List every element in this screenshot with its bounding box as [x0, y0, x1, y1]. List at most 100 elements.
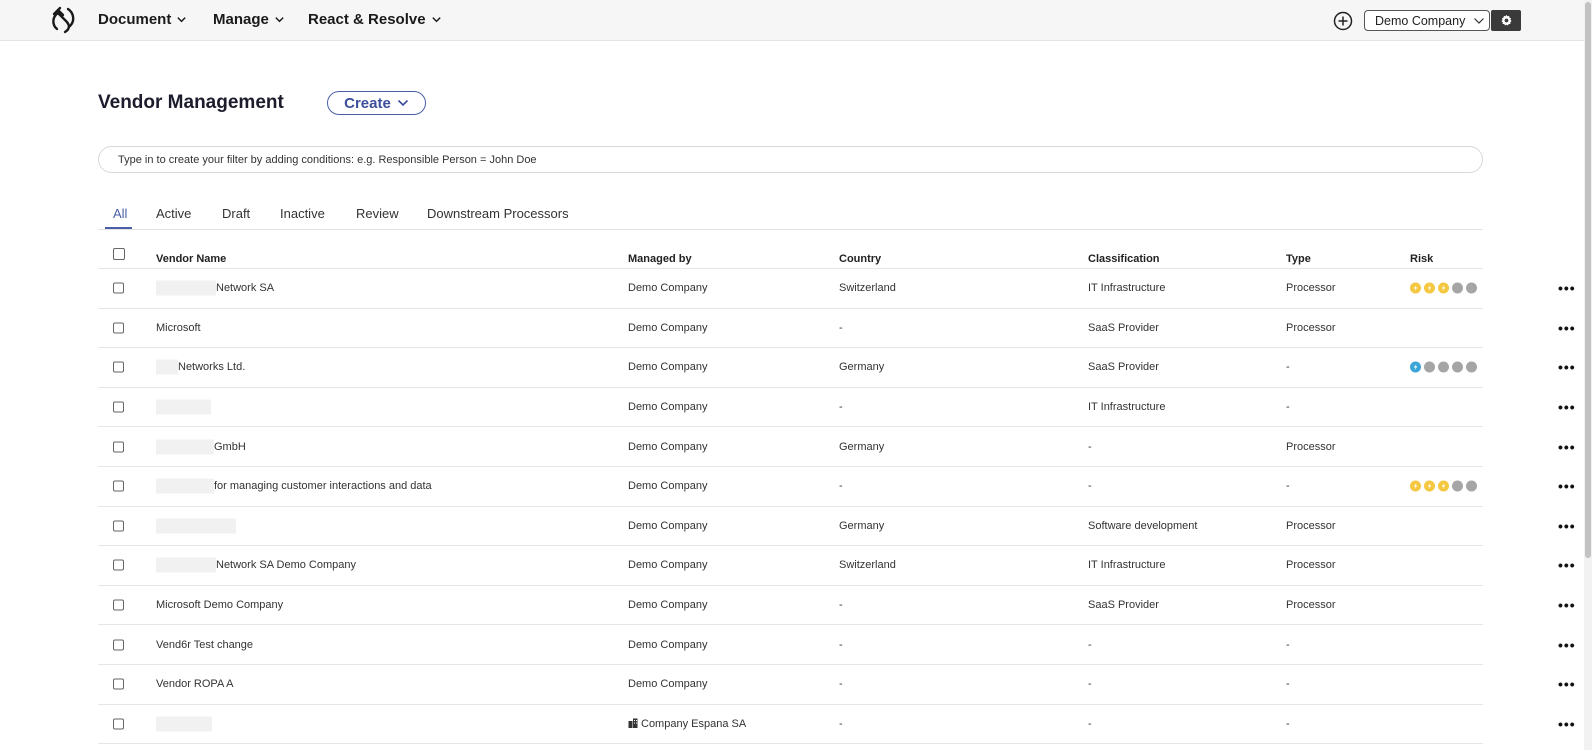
- country-cell: -: [839, 599, 843, 612]
- company-selector[interactable]: Demo Company: [1364, 10, 1490, 31]
- risk-dot-filled-icon: [1410, 282, 1421, 294]
- redacted-text: [156, 518, 236, 534]
- row-checkbox[interactable]: [113, 520, 124, 532]
- vendor-name-text: Vendor ROPA A: [156, 678, 234, 691]
- header-managed-by[interactable]: Managed by: [628, 253, 692, 265]
- row-more-actions-icon[interactable]: •••: [1558, 716, 1576, 732]
- row-checkbox[interactable]: [113, 322, 124, 334]
- vendor-name-cell[interactable]: for managing customer interactions and d…: [156, 478, 432, 494]
- row-more-actions-icon[interactable]: •••: [1558, 676, 1576, 692]
- tab-downstream-processors[interactable]: Downstream Processors: [427, 206, 569, 221]
- managed-by-text: Demo Company: [628, 480, 708, 493]
- add-circle-icon[interactable]: [1333, 11, 1353, 31]
- country-cell: Switzerland: [839, 282, 896, 295]
- table-row[interactable]: Company Espana SA - - - •••: [98, 705, 1575, 745]
- nav-manage[interactable]: Manage: [213, 11, 285, 28]
- select-all-checkbox[interactable]: [113, 248, 125, 260]
- tab-all[interactable]: All: [113, 206, 127, 221]
- row-checkbox[interactable]: [113, 282, 124, 294]
- chevron-down-icon: [177, 17, 187, 23]
- row-more-actions-icon[interactable]: •••: [1558, 557, 1576, 573]
- row-more-actions-icon[interactable]: •••: [1558, 518, 1576, 534]
- table-row[interactable]: Network SA Demo Company Demo Company Switz…: [98, 546, 1575, 586]
- vendor-name-cell[interactable]: [156, 399, 211, 415]
- tab-draft[interactable]: Draft: [222, 206, 250, 221]
- row-more-actions-icon[interactable]: •••: [1558, 280, 1576, 296]
- row-more-actions-icon[interactable]: •••: [1558, 359, 1576, 375]
- nav-react-resolve[interactable]: React & Resolve: [308, 11, 442, 28]
- create-button[interactable]: Create: [327, 91, 426, 115]
- risk-dot-empty-icon: [1466, 282, 1477, 294]
- table-row[interactable]: Microsoft Demo Company - SaaS Provider Proce…: [98, 309, 1575, 349]
- table-row[interactable]: Networks Ltd. Demo Company Germany SaaS Pro…: [98, 348, 1575, 388]
- vendor-name-cell[interactable]: Network SA Demo Company: [156, 557, 356, 573]
- vendor-name-cell[interactable]: Microsoft Demo Company: [156, 599, 283, 611]
- table-row[interactable]: Network SA Demo Company Switzerland IT Infr…: [98, 269, 1575, 309]
- row-more-actions-icon[interactable]: •••: [1558, 637, 1576, 653]
- vendor-name-text: for managing customer interactions and d…: [214, 480, 432, 493]
- row-checkbox[interactable]: [113, 599, 124, 611]
- row-checkbox[interactable]: [113, 718, 124, 730]
- row-more-actions-icon[interactable]: •••: [1558, 597, 1576, 613]
- risk-dot-filled-icon: [1438, 282, 1449, 294]
- row-checkbox[interactable]: [113, 480, 124, 492]
- table-row[interactable]: for managing customer interactions and d…: [98, 467, 1575, 507]
- status-tabs: All Active Draft Inactive Review Downstr…: [98, 204, 1483, 230]
- managed-by-text: Demo Company: [628, 559, 708, 572]
- create-button-label: Create: [344, 94, 391, 112]
- app-logo-icon[interactable]: [48, 5, 78, 35]
- header-country[interactable]: Country: [839, 253, 881, 265]
- nav-document[interactable]: Document: [98, 11, 187, 28]
- scrollbar-thumb[interactable]: [1585, 2, 1591, 558]
- vendor-name-cell[interactable]: [156, 518, 236, 534]
- table-row[interactable]: GmbH Demo Company Germany - Processor •••: [98, 427, 1575, 467]
- settings-button[interactable]: [1491, 10, 1521, 31]
- table-row[interactable]: Microsoft Demo Company Demo Company - SaaS …: [98, 586, 1575, 626]
- redacted-text: [156, 359, 178, 375]
- vendor-name-cell[interactable]: [156, 716, 212, 732]
- table-row[interactable]: Demo Company - IT Infrastructure - •••: [98, 388, 1575, 428]
- tab-review[interactable]: Review: [356, 206, 399, 221]
- vendor-name-cell[interactable]: Microsoft: [156, 322, 201, 334]
- vendor-name-text: Microsoft Demo Company: [156, 599, 284, 612]
- table-row[interactable]: Vendor ROPA A Demo Company - - - •••: [98, 665, 1575, 705]
- managed-by-text: Demo Company: [628, 638, 708, 651]
- table-row[interactable]: Vend6r Test change Demo Company - - - •••: [98, 625, 1575, 665]
- vendor-name-cell[interactable]: Vendor ROPA A: [156, 678, 233, 690]
- vendor-name-cell[interactable]: Networks Ltd.: [156, 359, 245, 375]
- top-navigation-bar: Document Manage React & Resolve Demo Com…: [0, 0, 1584, 41]
- row-checkbox[interactable]: [113, 559, 124, 571]
- tab-active[interactable]: Active: [156, 206, 191, 221]
- vendor-name-cell[interactable]: Vend6r Test change: [156, 639, 253, 651]
- row-more-actions-icon[interactable]: •••: [1558, 320, 1576, 336]
- risk-dot-filled-icon: [1438, 480, 1449, 492]
- type-cell: -: [1286, 717, 1290, 730]
- row-checkbox[interactable]: [113, 401, 124, 413]
- chevron-down-icon: [431, 17, 441, 23]
- row-checkbox[interactable]: [113, 639, 124, 651]
- managed-by-text: Demo Company: [628, 519, 708, 532]
- tab-inactive[interactable]: Inactive: [280, 206, 325, 221]
- vendor-name-text: Microsoft: [156, 321, 201, 334]
- country-cell: Germany: [839, 519, 885, 532]
- header-classification[interactable]: Classification: [1088, 253, 1160, 265]
- managed-by-cell: Company Espana SA: [628, 718, 746, 730]
- header-type[interactable]: Type: [1286, 253, 1311, 265]
- redacted-text: [156, 439, 214, 455]
- header-vendor-name[interactable]: Vendor Name: [156, 253, 226, 265]
- filter-input[interactable]: [98, 146, 1483, 173]
- chevron-down-icon: [397, 99, 408, 107]
- header-risk[interactable]: Risk: [1410, 253, 1433, 265]
- risk-dot-filled-icon: [1410, 480, 1421, 492]
- row-more-actions-icon[interactable]: •••: [1558, 478, 1576, 494]
- vendor-name-text: GmbH: [214, 440, 246, 453]
- row-checkbox[interactable]: [113, 678, 124, 690]
- row-more-actions-icon[interactable]: •••: [1558, 439, 1576, 455]
- row-checkbox[interactable]: [113, 441, 124, 453]
- vendor-name-cell[interactable]: Network SA: [156, 280, 274, 296]
- table-row[interactable]: Demo Company Germany Software development P…: [98, 507, 1575, 547]
- type-cell: Processor: [1286, 440, 1336, 453]
- row-more-actions-icon[interactable]: •••: [1558, 399, 1576, 415]
- vendor-name-cell[interactable]: GmbH: [156, 439, 246, 455]
- row-checkbox[interactable]: [113, 361, 124, 373]
